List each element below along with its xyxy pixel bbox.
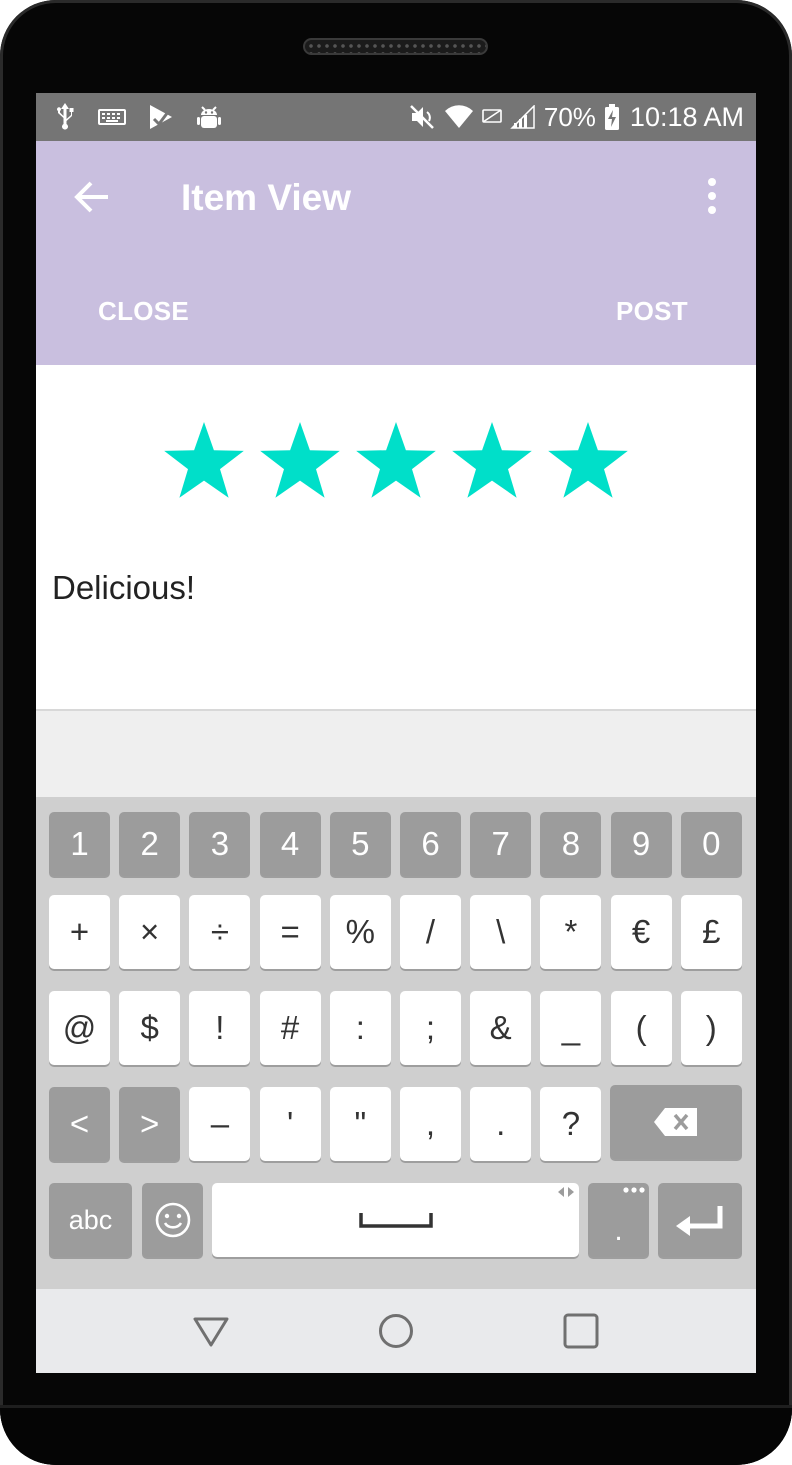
key-row4-2[interactable]: > — [119, 1087, 181, 1161]
key-row2-4[interactable]: = — [259, 895, 321, 969]
enter-key[interactable] — [658, 1183, 742, 1257]
overflow-menu-button[interactable] — [700, 177, 724, 217]
key-row3-10[interactable]: ) — [680, 991, 742, 1065]
key-row4-3[interactable]: – — [189, 1087, 251, 1161]
key-row1-7[interactable]: 7 — [470, 812, 532, 876]
key-row1-9[interactable]: 9 — [610, 812, 672, 876]
back-arrow-icon — [74, 181, 108, 213]
key-row4-7[interactable]: . — [470, 1087, 532, 1161]
nav-recents-icon — [563, 1313, 599, 1349]
signal-icon — [510, 105, 536, 129]
key-row4-1[interactable]: < — [49, 1087, 110, 1161]
key-row3-2[interactable]: $ — [119, 991, 181, 1065]
key-row1-2[interactable]: 2 — [119, 812, 181, 876]
key-row4-8[interactable]: ? — [540, 1087, 602, 1161]
key-row2-5[interactable]: % — [329, 895, 391, 969]
key-row2-9[interactable]: € — [610, 895, 672, 969]
back-button[interactable] — [72, 177, 112, 217]
cursor-arrows-icon — [558, 1187, 574, 1197]
nav-home-button[interactable] — [376, 1311, 416, 1351]
key-row1-1[interactable]: 1 — [49, 812, 110, 876]
star-icon-3[interactable] — [354, 421, 438, 501]
speaker-grille — [303, 38, 488, 55]
key-row2-2[interactable]: × — [119, 895, 181, 969]
key-row2-7[interactable]: \ — [470, 895, 532, 969]
enter-icon — [676, 1206, 723, 1236]
phone-chin — [0, 1405, 792, 1465]
close-button[interactable]: CLOSE — [98, 296, 189, 327]
symbols-keyboard: abc . 1 2 3 4 5 6 7 8 9 0 + × ÷ =% / \ * € £ @ $! #:; & _() < > – '… — [36, 797, 756, 1289]
backspace-key[interactable] — [610, 1085, 742, 1159]
system-status: 70% 10:18 AM — [408, 93, 744, 141]
key-row2-3[interactable]: ÷ — [189, 895, 251, 969]
review-text[interactable]: Delicious! — [52, 569, 195, 607]
star-rating[interactable] — [162, 421, 630, 501]
android-debug-icon — [196, 103, 222, 131]
no-sim-icon — [482, 109, 502, 125]
key-row4-4[interactable]: ' — [259, 1087, 321, 1161]
key-row1-5[interactable]: 5 — [329, 812, 391, 876]
phone-frame: 70% 10:18 AM Item View CLOSE POST Delici… — [0, 0, 792, 1465]
star-icon-4[interactable] — [450, 421, 534, 501]
nav-back-button[interactable] — [191, 1311, 231, 1351]
backspace-icon — [654, 1108, 697, 1136]
key-row3-7[interactable]: & — [470, 991, 532, 1065]
key-row1-8[interactable]: 8 — [540, 812, 602, 876]
key-row2-10[interactable]: £ — [680, 895, 742, 969]
abc-key[interactable]: abc — [49, 1183, 132, 1257]
post-button[interactable]: POST — [616, 296, 688, 327]
key-row1-4[interactable]: 4 — [259, 812, 321, 876]
nav-recents-button[interactable] — [561, 1311, 601, 1351]
usb-icon — [54, 103, 76, 131]
space-key[interactable] — [212, 1183, 579, 1257]
battery-icon — [604, 103, 620, 131]
screen: 70% 10:18 AM Item View CLOSE POST Delici… — [36, 93, 756, 1373]
app-bar: Item View CLOSE POST — [36, 141, 756, 365]
mute-icon — [408, 103, 436, 131]
battery-percent: 70% — [543, 101, 596, 132]
status-bar: 70% 10:18 AM — [36, 93, 756, 141]
star-icon-1[interactable] — [162, 421, 246, 501]
key-row3-5[interactable]: : — [329, 991, 391, 1065]
notification-icons — [54, 103, 222, 131]
nav-home-icon — [379, 1314, 413, 1348]
key-row3-3[interactable]: ! — [189, 991, 251, 1065]
emoji-icon — [155, 1202, 190, 1238]
key-row3-4[interactable]: # — [259, 991, 321, 1065]
key-row4-5[interactable]: " — [329, 1087, 391, 1161]
star-icon-2[interactable] — [258, 421, 342, 501]
key-row3-1[interactable]: @ — [49, 991, 110, 1065]
key-row1-6[interactable]: 6 — [400, 812, 461, 876]
clock: 10:18 AM — [629, 101, 744, 132]
period-key-label: . — [614, 1214, 623, 1247]
key-row2-8[interactable]: * — [540, 895, 602, 969]
overflow-menu-icon — [708, 178, 716, 214]
space-icon — [358, 1213, 433, 1228]
period-key[interactable]: . — [588, 1183, 649, 1257]
key-row3-8[interactable]: _ — [540, 991, 602, 1065]
key-row4-6[interactable]: , — [400, 1087, 461, 1161]
navigation-bar — [36, 1289, 756, 1373]
wifi-icon — [444, 104, 474, 130]
key-row3-9[interactable]: ( — [610, 991, 672, 1065]
key-row1-10[interactable]: 0 — [680, 812, 742, 876]
keyboard-icon — [98, 108, 126, 126]
star-icon-5[interactable] — [546, 421, 630, 501]
key-row2-1[interactable]: + — [49, 895, 110, 969]
key-row1-3[interactable]: 3 — [189, 812, 251, 876]
nav-back-icon — [193, 1317, 229, 1347]
key-row2-6[interactable]: / — [400, 895, 461, 969]
key-row3-6[interactable]: ; — [400, 991, 461, 1065]
play-store-icon — [148, 103, 174, 131]
suggestion-strip — [36, 711, 756, 797]
emoji-key[interactable] — [142, 1183, 203, 1257]
more-symbols-icon — [623, 1187, 645, 1193]
page-title: Item View — [181, 177, 352, 218]
